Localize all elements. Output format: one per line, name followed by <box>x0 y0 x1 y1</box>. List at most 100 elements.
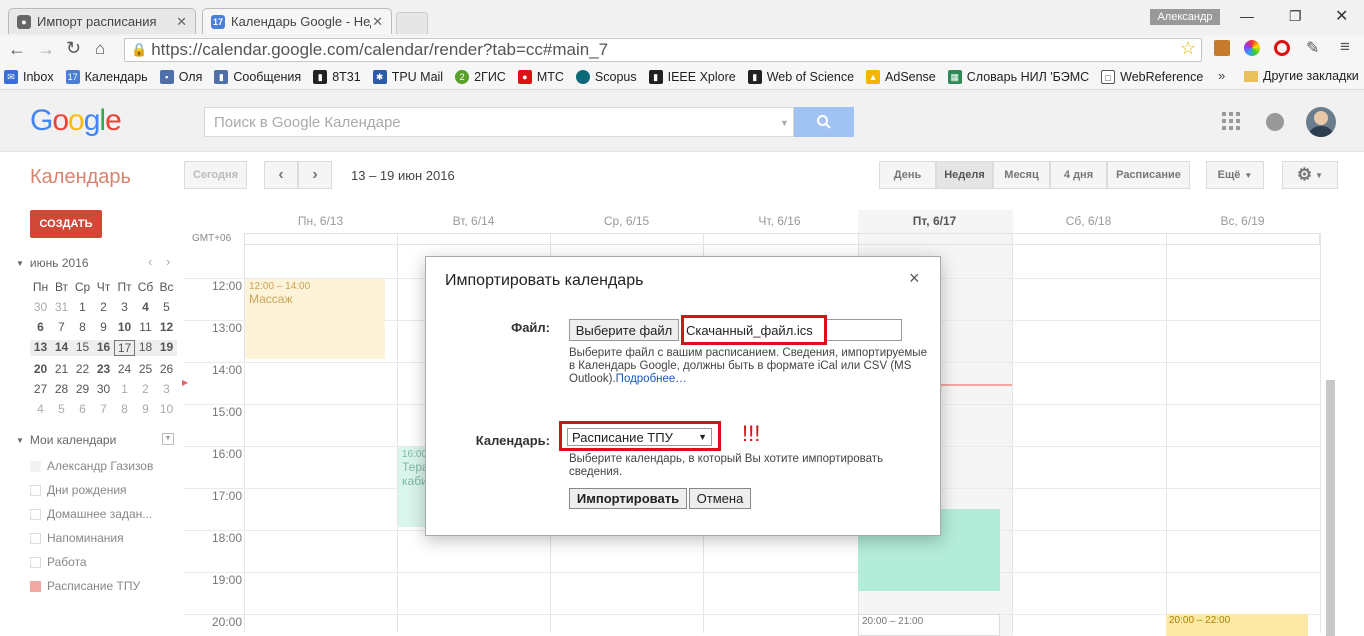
google-logo[interactable]: Google <box>30 104 122 138</box>
checkbox-icon <box>30 580 41 592</box>
event-title: Тера <box>402 460 429 474</box>
search-input[interactable]: Поиск в Google Календаре <box>204 107 794 137</box>
view-month[interactable]: Месяц <box>993 161 1050 189</box>
calendar-item[interactable]: Домашнее задан... <box>30 507 152 521</box>
tab-import[interactable]: ● Импорт расписания ✕ <box>8 8 196 34</box>
day-header[interactable]: Ср, 6/15 <box>550 214 703 228</box>
star-icon[interactable]: ☆ <box>1180 38 1196 59</box>
day-header[interactable]: Вт, 6/14 <box>397 214 550 228</box>
bookmark-ieee[interactable]: ▮ IEEE Xplore <box>648 69 736 84</box>
forward-icon[interactable]: → <box>37 39 55 60</box>
view-day[interactable]: День <box>879 161 936 189</box>
file-name-highlight[interactable]: Скачанный_файл.ics <box>681 315 827 345</box>
close-window-icon[interactable]: ✕ <box>1335 6 1348 26</box>
today-button[interactable]: Сегодня <box>184 161 247 189</box>
bookmark-messages[interactable]: ▮ Сообщения <box>214 69 301 84</box>
search-button[interactable] <box>794 107 854 137</box>
menu-icon[interactable]: ≡ <box>1340 37 1350 57</box>
chevron-right-icon: › <box>312 166 318 183</box>
address-bar[interactable]: 🔒 https://calendar.google.com/calendar/r… <box>124 38 1202 62</box>
event-therapy[interactable]: 16:00 Тера каби <box>398 447 429 527</box>
calendar-select[interactable]: Расписание ТПУ ▼ <box>567 428 712 446</box>
bookmark-olya[interactable]: ▪ Оля <box>159 69 202 84</box>
bookmark-calendar[interactable]: 17 Календарь <box>65 69 148 84</box>
close-tab-icon[interactable]: ✕ <box>176 14 187 30</box>
import-button[interactable]: Импортировать <box>569 488 687 509</box>
calendar-menu-icon[interactable]: ▼ <box>162 433 174 445</box>
time-label: 14:00 <box>211 363 242 377</box>
bookmark-8t31[interactable]: ▮ 8Т31 <box>313 69 361 84</box>
search-dropdown-icon[interactable]: ▼ <box>780 118 789 128</box>
tab-title: Календарь Google - Неде <box>231 14 371 29</box>
mini-prev-icon[interactable]: ‹ <box>148 254 152 269</box>
day-header[interactable]: Вс, 6/19 <box>1166 214 1319 228</box>
choose-file-button[interactable]: Выберите файл <box>569 319 679 341</box>
event-evening-sunday[interactable]: 20:00 – 22:00 <box>1166 614 1308 636</box>
bookmark-dictionary[interactable]: ▦ Словарь НИЛ 'БЭМС <box>947 69 1089 84</box>
mini-week: 6 7 8 9 10 11 12 <box>37 320 174 334</box>
scrollbar-thumb[interactable] <box>1326 380 1335 636</box>
more-bookmarks-icon[interactable]: » <box>1218 68 1225 83</box>
other-bookmarks[interactable]: Другие закладки <box>1244 69 1359 83</box>
event-title-line2: каби <box>402 474 428 488</box>
calendar-item[interactable]: Александр Газизов <box>30 459 153 473</box>
close-tab-icon[interactable]: ✕ <box>372 14 383 30</box>
bookmark-tpu-mail[interactable]: ✱ TPU Mail <box>372 69 443 84</box>
back-icon[interactable]: ← <box>8 39 26 60</box>
event-massage[interactable]: 12:00 – 14:00 Массаж <box>245 279 385 359</box>
mini-next-icon[interactable]: › <box>166 254 170 269</box>
home-icon[interactable]: ⌂ <box>95 39 105 59</box>
view-week[interactable]: Неделя <box>936 161 993 189</box>
extension-icon[interactable] <box>1214 40 1230 56</box>
profile-name[interactable]: Александр <box>1150 9 1220 25</box>
restore-icon[interactable]: ❐ <box>1289 8 1302 25</box>
bookmark-adsense[interactable]: ▲ AdSense <box>866 69 936 84</box>
my-calendars-header[interactable]: ▼ Мои календари <box>16 433 116 447</box>
mini-week-current: 13 14 15 16 17 18 19 <box>30 340 177 356</box>
day-header[interactable]: Чт, 6/16 <box>703 214 856 228</box>
tab-calendar[interactable]: 17 Календарь Google - Неде ✕ <box>202 8 392 34</box>
time-label: 15:00 <box>211 405 242 419</box>
bookmark-inbox[interactable]: ✉ Inbox <box>4 69 54 84</box>
reload-icon[interactable]: ↻ <box>66 38 81 59</box>
cancel-button[interactable]: Отмена <box>689 488 751 509</box>
bookmark-2gis[interactable]: 2 2ГИС <box>455 69 506 84</box>
bookmark-webreference[interactable]: □ WebReference <box>1101 69 1203 84</box>
bookmark-mts[interactable]: ● МТС <box>517 69 564 84</box>
time-label: 13:00 <box>211 321 242 335</box>
minimize-icon[interactable]: — <box>1240 8 1254 24</box>
mini-calendar-header[interactable]: ▼ июнь 2016 <box>16 256 89 270</box>
bookmark-scopus[interactable]: Scopus <box>575 69 637 84</box>
app-title[interactable]: Календарь <box>30 166 131 189</box>
opera-icon[interactable] <box>1274 40 1290 56</box>
mini-calendar: Пн Вт Ср Чт Пт Сб Вс 30 31 1 2 3 4 5 6 7 8 9 10 11 12 13 14… <box>30 280 177 416</box>
day-header[interactable]: Пн, 6/13 <box>244 214 397 228</box>
mini-today[interactable]: 17 <box>114 340 135 356</box>
bookmark-wos[interactable]: ▮ Web of Science <box>747 69 854 84</box>
view-4days[interactable]: 4 дня <box>1050 161 1107 189</box>
calendar-item[interactable]: Работа <box>30 555 87 569</box>
all-day-row[interactable] <box>244 233 1320 245</box>
tools-icon[interactable]: ✎ <box>1306 38 1319 58</box>
settings-button[interactable]: ⚙ ▼ <box>1282 161 1338 189</box>
create-button[interactable]: СОЗДАТЬ <box>30 210 102 238</box>
next-week-button[interactable]: › <box>298 161 332 189</box>
more-button[interactable]: Ещё ▼ <box>1206 161 1264 189</box>
view-agenda[interactable]: Расписание <box>1107 161 1190 189</box>
event-evening[interactable]: 20:00 – 21:00 <box>858 614 1000 636</box>
avatar[interactable] <box>1306 107 1336 137</box>
apps-grid-icon[interactable] <box>1222 112 1240 130</box>
close-icon[interactable]: × <box>909 268 920 289</box>
calendar-item-tpu[interactable]: Расписание ТПУ <box>30 579 140 593</box>
mini-weekdays: Пн Вт Ср Чт Пт Сб Вс <box>32 280 174 294</box>
new-tab-button[interactable] <box>396 12 428 34</box>
calendar-item[interactable]: Напоминания <box>30 531 124 545</box>
calendar-item[interactable]: Дни рождения <box>30 483 127 497</box>
more-info-link[interactable]: Подробнее… <box>616 373 687 385</box>
calendar-label: Календарь: <box>475 433 550 448</box>
color-picker-icon[interactable] <box>1244 40 1260 56</box>
prev-week-button[interactable]: ‹ <box>264 161 298 189</box>
day-header[interactable]: Сб, 6/18 <box>1012 214 1165 228</box>
day-header-today[interactable]: Пт, 6/17 <box>858 214 1011 228</box>
notifications-icon[interactable] <box>1266 113 1284 131</box>
